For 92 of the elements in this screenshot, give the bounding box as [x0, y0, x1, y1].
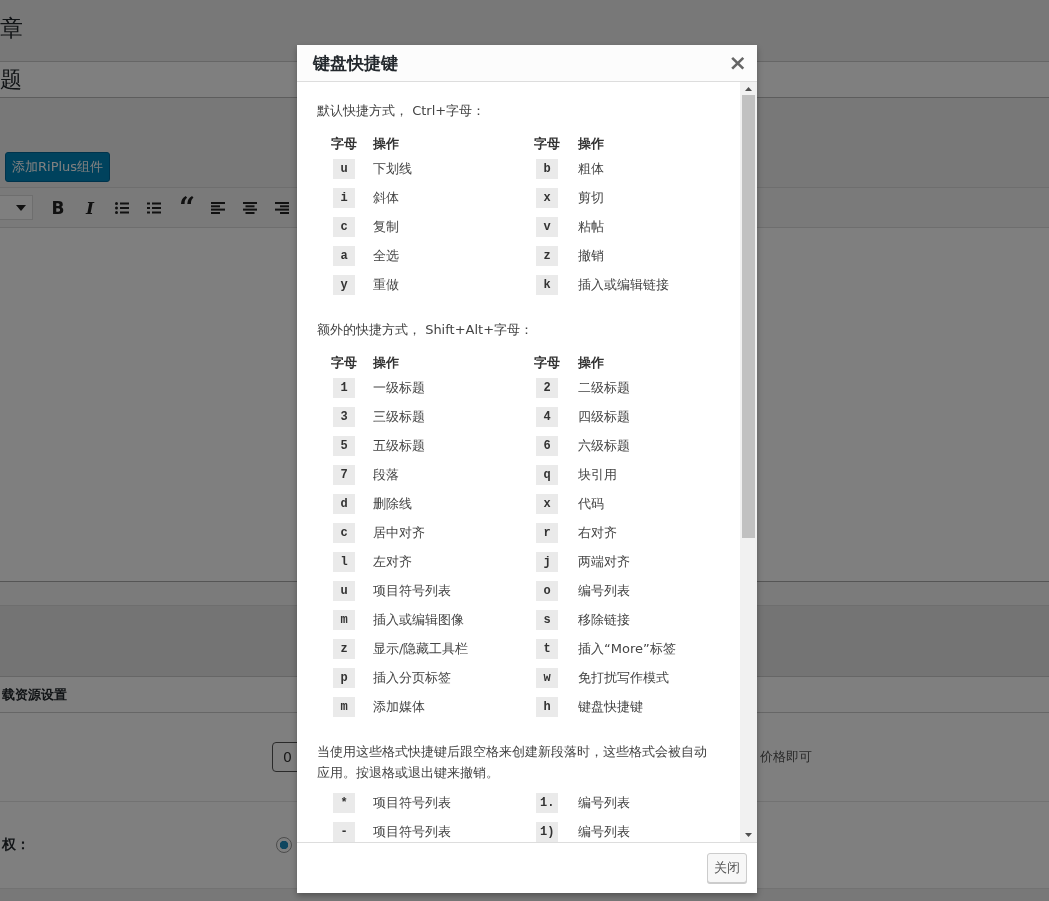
shortcut-key: q [536, 464, 558, 485]
shortcut-key: - [333, 821, 355, 842]
shortcut-key: m [333, 609, 355, 630]
shortcut-key: 6 [536, 435, 558, 456]
column-header: 操作 [578, 135, 605, 153]
shortcut-action: 插入分页标签 [373, 668, 451, 687]
shortcut-key: d [333, 493, 355, 514]
shortcut-key: k [536, 274, 558, 295]
shortcut-key: c [333, 522, 355, 543]
shortcut-action: 编号列表 [578, 581, 630, 600]
column-header: 字母 [331, 135, 358, 153]
shortcut-action: 撤销 [578, 246, 604, 265]
shortcut-action: 免打扰写作模式 [578, 668, 669, 687]
shortcut-action: 斜体 [373, 188, 399, 207]
shortcut-key: x [536, 187, 558, 208]
shortcut-action: 代码 [578, 494, 604, 513]
shortcut-action: 右对齐 [578, 523, 617, 542]
shortcut-key: t [536, 638, 558, 659]
shortcut-action: 重做 [373, 275, 399, 294]
column-header: 操作 [373, 354, 400, 372]
shortcut-key: 3 [333, 406, 355, 427]
shortcut-key: z [536, 245, 558, 266]
shortcut-key: p [333, 667, 355, 688]
shortcut-action: 编号列表 [578, 793, 630, 812]
shortcut-action: 编号列表 [578, 822, 630, 841]
shortcut-action: 六级标题 [578, 436, 630, 455]
shortcut-key: s [536, 609, 558, 630]
shortcut-key: v [536, 216, 558, 237]
shortcut-key: u [333, 158, 355, 179]
shortcut-action: 插入或编辑链接 [578, 275, 669, 294]
shortcut-key: * [333, 792, 355, 813]
shortcut-key: 1 [333, 377, 355, 398]
shortcut-action: 移除链接 [578, 610, 630, 629]
shortcut-key: u [333, 580, 355, 601]
shortcut-key: 5 [333, 435, 355, 456]
shortcut-key: m [333, 696, 355, 717]
shortcut-action: 二级标题 [578, 378, 630, 397]
shortcut-action: 添加媒体 [373, 697, 425, 716]
shortcut-key: 2 [536, 377, 558, 398]
shortcut-action: 键盘快捷键 [578, 697, 643, 716]
shortcut-key: o [536, 580, 558, 601]
shortcut-action: 项目符号列表 [373, 581, 451, 600]
column-header: 操作 [373, 135, 400, 153]
shortcut-key: 7 [333, 464, 355, 485]
option-label: 权： [2, 836, 30, 854]
shortcut-key: a [333, 245, 355, 266]
shortcut-action: 全选 [373, 246, 399, 265]
shortcut-action: 粘帖 [578, 217, 604, 236]
column-header: 操作 [578, 354, 605, 372]
section-title: 载资源设置 [2, 685, 67, 704]
shortcut-action: 粗体 [578, 159, 604, 178]
shortcut-action: 显示/隐藏工具栏 [373, 639, 469, 658]
shortcut-action: 一级标题 [373, 378, 425, 397]
shortcut-action: 段落 [373, 465, 399, 484]
shortcut-key: l [333, 551, 355, 572]
column-header: 字母 [534, 135, 561, 153]
shortcut-key: h [536, 696, 558, 717]
shortcut-key: 4 [536, 406, 558, 427]
intro-text: 默认快捷方式， Ctrl+字母： [317, 102, 487, 120]
shortcut-action: 三级标题 [373, 407, 425, 426]
hint-text: 价格即可 [760, 748, 812, 766]
intro-text: 当使用这些格式快捷键后跟空格来创建新段落时，这些格式会被自动应用。按退格或退出键来撤销。 [317, 743, 708, 782]
shortcut-action: 五级标题 [373, 436, 425, 455]
shortcut-key: i [333, 187, 355, 208]
shortcut-key: j [536, 551, 558, 572]
shortcut-key: 1) [536, 821, 559, 842]
shortcut-action: 剪切 [578, 188, 604, 207]
shortcut-action: 插入或编辑图像 [373, 610, 464, 629]
shortcut-action: 两端对齐 [578, 552, 630, 571]
shortcut-key: r [536, 522, 558, 543]
shortcut-action: 下划线 [373, 159, 412, 178]
intro-text: 额外的快捷方式， Shift+Alt+字母： [317, 321, 535, 339]
shortcut-action: 左对齐 [373, 552, 412, 571]
shortcut-action: 块引用 [578, 465, 617, 484]
column-header: 字母 [331, 354, 358, 372]
shortcut-key: c [333, 216, 355, 237]
shortcut-key: y [333, 274, 355, 295]
shortcut-action: 居中对齐 [373, 523, 425, 542]
shortcut-key: z [333, 638, 355, 659]
shortcut-action: 项目符号列表 [373, 822, 451, 841]
shortcut-key: b [536, 158, 558, 179]
shortcut-action: 项目符号列表 [373, 793, 451, 812]
page-heading: 章 [0, 14, 23, 43]
column-header: 字母 [534, 354, 561, 372]
shortcut-action: 删除线 [373, 494, 412, 513]
dialog-title: 键盘快捷键 [313, 51, 398, 75]
shortcut-key: 1. [536, 792, 559, 813]
shortcut-action: 复制 [373, 217, 399, 236]
shortcut-action: 插入“More”标签 [578, 639, 676, 658]
shortcut-key: x [536, 493, 558, 514]
shortcut-key: w [536, 667, 558, 688]
shortcut-action: 四级标题 [578, 407, 630, 426]
